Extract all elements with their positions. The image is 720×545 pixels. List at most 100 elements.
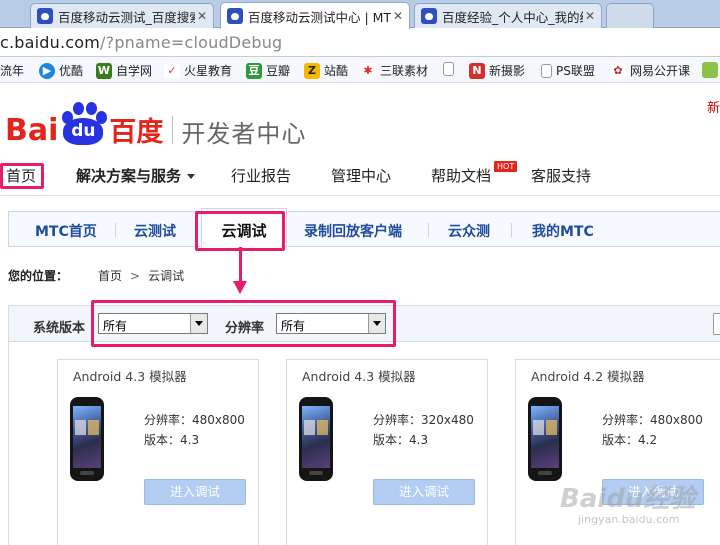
bookmark-label: 新摄影 — [489, 64, 526, 78]
breadcrumb-current: 云调试 — [148, 269, 185, 283]
logo-divider — [172, 116, 174, 144]
browser-tab-2[interactable]: 百度移动云测试中心 | MT ✕ — [220, 2, 410, 29]
breadcrumb-separator: > — [130, 269, 141, 283]
new-tab-button[interactable] — [606, 3, 654, 28]
nav-management[interactable]: 管理中心 — [331, 165, 391, 186]
nav-divider — [0, 195, 720, 196]
enter-debug-button[interactable]: 进入调试 — [144, 479, 246, 505]
close-icon[interactable]: ✕ — [195, 9, 209, 23]
baidu-developer-logo[interactable]: Bai du 百度 开发者中心 — [5, 96, 306, 146]
caret-down-icon — [187, 174, 196, 179]
device-version: 版本：4.2 — [602, 433, 658, 447]
device-resolution: 分辨率：480x800 — [602, 413, 703, 427]
bookmark-item[interactable]: W 自学网 — [96, 62, 152, 79]
highlight-filters — [91, 300, 396, 347]
bookmark-item[interactable]: ✓ 火星教育 — [164, 62, 232, 79]
bookmark-item[interactable]: N 新摄影 — [469, 62, 525, 79]
device-resolution: 分辨率：480x800 — [144, 413, 245, 427]
bookmark-label: 火星教育 — [184, 64, 233, 78]
page-icon — [443, 62, 454, 76]
nav-solutions-label: 解决方案与服务 — [76, 167, 182, 185]
highlight-cloud-debug — [195, 211, 285, 251]
zcool-icon: Z — [304, 62, 320, 79]
browser-tab-1[interactable]: 百度移动云测试_百度搜索 ✕ — [30, 3, 214, 28]
device-card: Android 4.3 模拟器 分辨率：320x480 版本：4.3 进入调试 — [286, 359, 488, 545]
enter-debug-button[interactable]: 进入调试 — [373, 479, 475, 505]
bookmark-item[interactable]: ✿ 网易公开课 — [610, 62, 690, 79]
baidu-paw-icon: du — [59, 102, 108, 146]
tab-title: 百度经验_个人中心_我的经 — [442, 9, 583, 25]
nav-customer-support[interactable]: 客服支持 — [531, 165, 591, 186]
sanlian-icon: ✱ — [360, 62, 376, 79]
url-host: c.baidu.com — [0, 33, 101, 52]
bookmark-item[interactable]: 豆豆瓣 — [246, 62, 290, 79]
device-title: Android 4.3 模拟器 — [302, 369, 416, 384]
device-specs: 分辨率：480x800 版本：4.2 — [602, 410, 703, 450]
android-phone-icon — [299, 397, 333, 481]
logo-product-name: 开发者中心 — [181, 120, 307, 148]
android-phone-icon — [70, 397, 104, 481]
bookmark-label: 自学网 — [116, 64, 153, 78]
subnav-separator — [115, 223, 116, 237]
baidu-favicon-icon — [227, 8, 243, 24]
bookmark-label: 网易公开课 — [630, 64, 691, 78]
subnav-separator — [428, 223, 429, 237]
close-icon[interactable]: ✕ — [583, 9, 597, 23]
bookmark-overflow[interactable] — [702, 62, 720, 78]
nav-industry-report[interactable]: 行业报告 — [231, 165, 291, 186]
url-path: /?pname=cloudDebug — [100, 33, 283, 52]
android-phone-icon — [528, 397, 562, 481]
bookmark-label: 豆瓣 — [266, 64, 291, 78]
bookmarks-bar: 流年 ▶ 优酷 W 自学网 ✓ 火星教育 豆豆瓣 Z 站酷 ✱ 三联素材 N 新摄影 PS联… — [0, 57, 720, 83]
subnav-mtc-home[interactable]: MTC首页 — [35, 221, 97, 241]
breadcrumb-prefix: 您的位置： — [8, 269, 69, 283]
logo-baidu-cn-text: 百度 — [109, 117, 164, 148]
browser-tab-3[interactable]: 百度经验_个人中心_我的经 ✕ — [414, 3, 602, 28]
topright-link[interactable]: 新 — [707, 97, 720, 116]
breadcrumb: 您的位置： 首页 > 云调试 — [8, 267, 184, 284]
huoxing-icon: ✓ — [164, 62, 180, 79]
logo-bai-text: Bai — [5, 113, 59, 148]
bookmark-item[interactable]: 流年 — [0, 62, 24, 79]
nav-help-docs[interactable]: 帮助文档 — [431, 165, 491, 186]
device-title: Android 4.2 模拟器 — [531, 369, 645, 384]
bookmark-item[interactable]: PS联盟 — [541, 62, 595, 79]
bookmark-label: 优酷 — [59, 64, 84, 78]
url-text[interactable]: c.baidu.com/?pname=cloudDebug — [0, 33, 282, 52]
netease-icon: ✿ — [610, 62, 626, 79]
device-specs: 分辨率：480x800 版本：4.3 — [144, 410, 245, 450]
breadcrumb-home[interactable]: 首页 — [98, 269, 122, 283]
bookmark-item[interactable]: Z 站酷 — [304, 62, 348, 79]
bookmark-label: 三联素材 — [380, 64, 429, 78]
close-icon[interactable]: ✕ — [391, 9, 405, 23]
subnav-crowd-test[interactable]: 云众测 — [448, 221, 490, 241]
bookmark-label: 流年 — [0, 64, 25, 78]
filter-extra-button[interactable] — [713, 313, 720, 335]
baidu-jingyan-watermark: Baidu经验 — [560, 484, 696, 514]
page-icon — [541, 63, 552, 78]
device-resolution: 分辨率：320x480 — [373, 413, 474, 427]
browser-tab-strip: 百度移动云测试_百度搜索 ✕ 百度移动云测试中心 | MT ✕ 百度经验_个人中… — [0, 0, 720, 29]
annotation-arrow-icon — [239, 247, 242, 283]
subnav-separator — [511, 223, 512, 237]
subnav-cloud-test[interactable]: 云测试 — [134, 221, 176, 241]
bookmark-item[interactable]: ✱ 三联素材 — [360, 62, 428, 79]
subnav-my-mtc[interactable]: 我的MTC — [532, 221, 594, 241]
bookmark-label: 站酷 — [324, 64, 349, 78]
baidu-favicon-icon — [421, 8, 437, 24]
device-title: Android 4.3 模拟器 — [73, 369, 187, 384]
subnav-record-client[interactable]: 录制回放客户端 — [304, 221, 402, 241]
device-specs: 分辨率：320x480 版本：4.3 — [373, 410, 474, 450]
bookmark-icon — [702, 62, 718, 78]
address-bar[interactable]: c.baidu.com/?pname=cloudDebug — [0, 29, 720, 57]
bookmark-item[interactable] — [443, 62, 458, 76]
nav-solutions[interactable]: 解决方案与服务 — [76, 165, 196, 186]
bookmark-item[interactable]: ▶ 优酷 — [39, 62, 83, 79]
logo-du-text: du — [63, 118, 104, 145]
os-version-label: 系统版本 — [33, 321, 86, 336]
zixuewang-icon: W — [96, 62, 112, 79]
xinsheying-icon: N — [469, 62, 485, 79]
watermark-url: jingyan.baidu.com — [578, 513, 680, 526]
youku-icon: ▶ — [39, 62, 55, 79]
sub-nav: MTC首页 云测试 云调试 录制回放客户端 云众测 我的MTC — [8, 208, 720, 248]
